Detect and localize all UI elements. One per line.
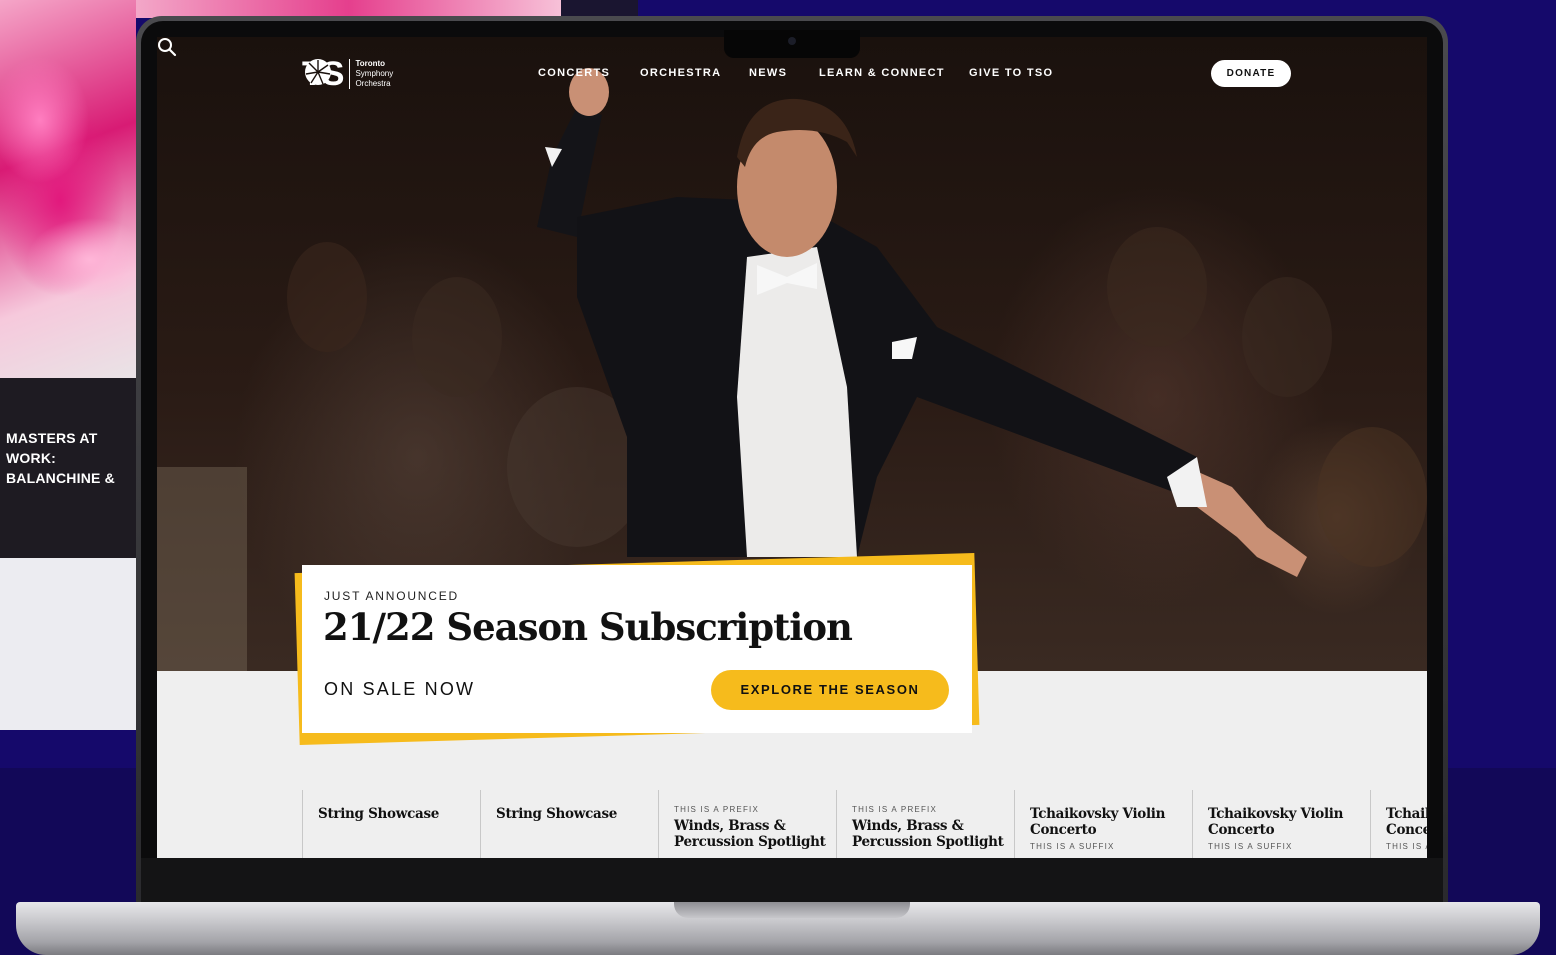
concert-prefix: THIS IS A PREFIX bbox=[674, 805, 759, 814]
concert-title: Winds, Brass & Percussion Spotlight bbox=[852, 818, 1004, 850]
concert-title: Winds, Brass & Percussion Spotlight bbox=[674, 818, 826, 850]
logo-line-1: Toronto bbox=[355, 59, 386, 68]
concert-title: Tchaikovsky Violin Concerto bbox=[1208, 806, 1344, 838]
nav-orchestra[interactable]: ORCHESTRA bbox=[640, 67, 721, 79]
donate-button[interactable]: DONATE bbox=[1211, 60, 1291, 87]
concert-card[interactable]: Tchaikovsky Violin Concerto THIS IS A SU… bbox=[1192, 790, 1369, 858]
concert-suffix: THIS IS A SUFFIX bbox=[1030, 842, 1115, 851]
tso-logo[interactable]: TS Toronto Symphony Orchestra bbox=[302, 57, 393, 91]
side-card-caption: MASTERS AT WORK: BALANCHINE & bbox=[0, 378, 136, 558]
website-screen: TS Toronto Symphony Orchestra bbox=[157, 37, 1427, 858]
logo-line-2: Symphony bbox=[355, 69, 394, 78]
orchestra-burst-icon bbox=[305, 59, 331, 85]
camera-icon bbox=[788, 37, 796, 45]
concert-title: Tchaikovsky Violin Concerto bbox=[1386, 806, 1427, 838]
nav-concerts[interactable]: CONCERTS bbox=[538, 67, 610, 79]
concert-card[interactable]: Tchaikovsky Violin Concerto THIS IS A SU… bbox=[1014, 790, 1191, 858]
concert-card[interactable]: THIS IS A PREFIX Winds, Brass & Percussi… bbox=[658, 790, 835, 858]
season-promo-card: JUST ANNOUNCED 21/22 Season Subscription… bbox=[302, 565, 972, 733]
side-card-photo bbox=[0, 0, 136, 378]
concert-title: String Showcase bbox=[496, 806, 618, 822]
promo-subtitle: ON SALE NOW bbox=[324, 679, 476, 699]
concert-suffix: THIS IS A SUFFIX bbox=[1208, 842, 1293, 851]
concert-carousel: String Showcase String Showcase THIS IS … bbox=[302, 790, 1427, 858]
concert-card[interactable]: String Showcase bbox=[302, 790, 479, 858]
logo-divider bbox=[349, 59, 351, 89]
explore-season-button[interactable]: EXPLORE THE SEASON bbox=[711, 670, 949, 710]
promo-eyebrow: JUST ANNOUNCED bbox=[324, 589, 459, 603]
side-card-title: MASTERS AT WORK: BALANCHINE & bbox=[6, 430, 115, 486]
logo-wordmark: Toronto Symphony Orchestra bbox=[355, 59, 393, 89]
concert-title: String Showcase bbox=[318, 806, 440, 822]
laptop-chin bbox=[141, 858, 1443, 908]
concert-prefix: THIS IS A PREFIX bbox=[852, 805, 937, 814]
laptop-base-notch bbox=[674, 902, 910, 918]
nav-give-to-tso[interactable]: GIVE TO TSO bbox=[969, 67, 1053, 79]
backdrop-side-card: MASTERS AT WORK: BALANCHINE & bbox=[0, 0, 136, 730]
logo-line-3: Orchestra bbox=[355, 79, 391, 88]
concert-title: Tchaikovsky Violin Concerto bbox=[1030, 806, 1166, 838]
search-icon[interactable] bbox=[157, 37, 177, 57]
promo-title: 21/22 Season Subscription bbox=[323, 605, 853, 649]
concert-card[interactable]: String Showcase bbox=[480, 790, 657, 858]
concert-card[interactable]: Tchaikovsky Violin Concerto THIS IS A SU… bbox=[1370, 790, 1427, 858]
concert-card[interactable]: THIS IS A PREFIX Winds, Brass & Percussi… bbox=[836, 790, 1013, 858]
concert-suffix: THIS IS A SUFFIX bbox=[1386, 842, 1427, 851]
side-card-lower bbox=[0, 558, 136, 730]
nav-news[interactable]: NEWS bbox=[749, 67, 787, 79]
nav-learn-connect[interactable]: LEARN & CONNECT bbox=[819, 67, 945, 79]
camera-notch bbox=[724, 30, 860, 58]
